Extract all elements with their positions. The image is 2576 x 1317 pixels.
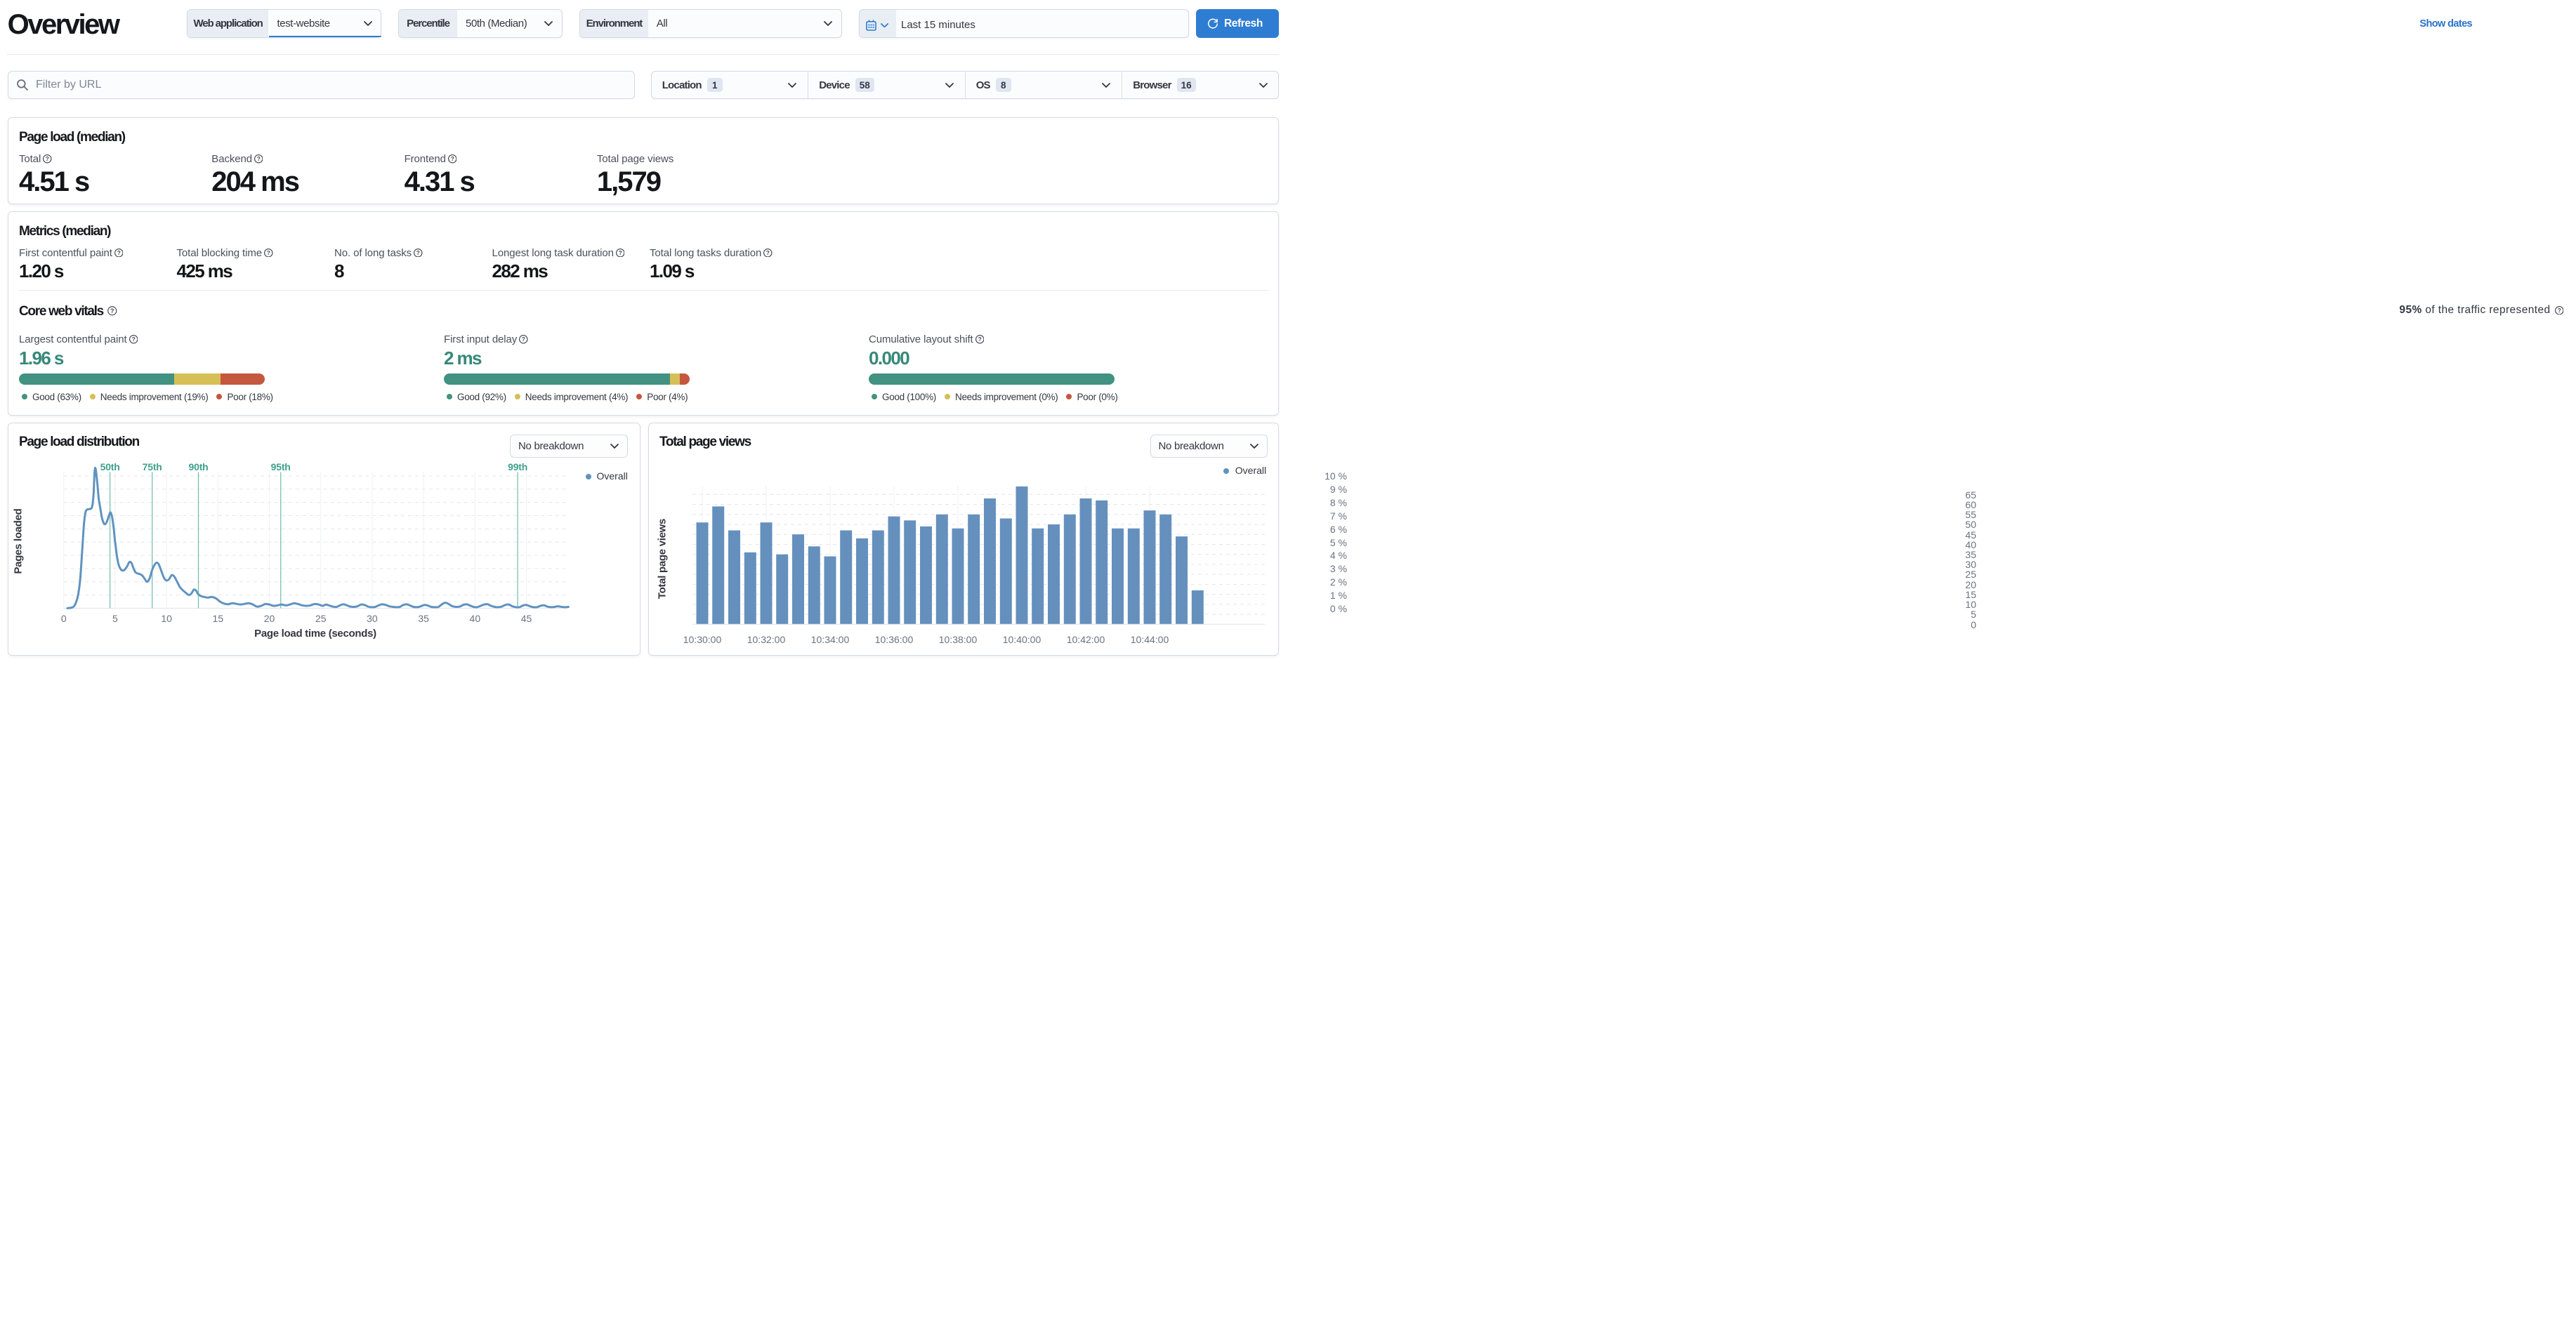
svg-text:?: ? (257, 156, 261, 162)
svg-text:?: ? (2557, 307, 2561, 314)
svg-text:?: ? (619, 250, 622, 256)
svg-text:?: ? (766, 250, 770, 256)
svg-text:?: ? (117, 250, 121, 256)
svg-text:?: ? (110, 307, 114, 315)
svg-text:?: ? (416, 250, 420, 256)
svg-text:?: ? (522, 337, 525, 343)
svg-text:?: ? (978, 337, 981, 343)
svg-text:?: ? (451, 156, 454, 162)
svg-text:?: ? (46, 156, 49, 162)
svg-text:?: ? (267, 250, 270, 256)
svg-text:?: ? (131, 337, 135, 343)
